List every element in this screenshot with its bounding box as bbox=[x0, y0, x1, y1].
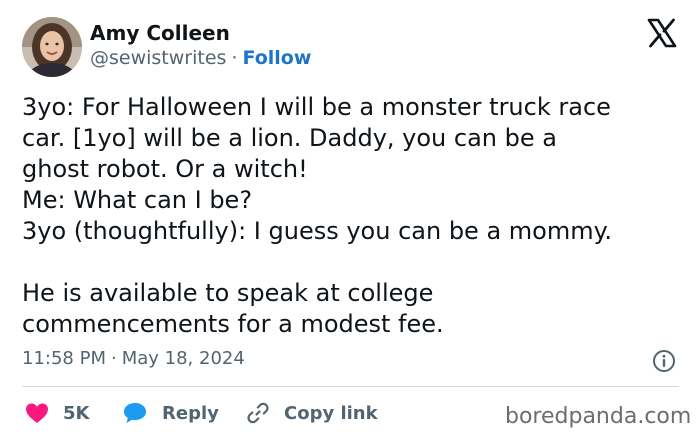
tweet-time: 11:58 PM bbox=[22, 348, 106, 369]
author-handle-row: @sewistwrites · Follow bbox=[90, 47, 311, 69]
tweet-line: He is available to speak at college bbox=[22, 279, 434, 307]
author-handle[interactable]: @sewistwrites bbox=[90, 47, 226, 69]
x-logo-icon[interactable] bbox=[646, 17, 678, 49]
copy-link-button[interactable]: Copy link bbox=[246, 398, 378, 428]
reply-label: Reply bbox=[162, 402, 219, 424]
heart-icon bbox=[26, 403, 48, 423]
author-name[interactable]: Amy Colleen bbox=[90, 21, 230, 45]
watermark: boredpanda.com bbox=[505, 404, 692, 429]
reply-button[interactable]: Reply bbox=[122, 398, 219, 428]
like-button[interactable]: 5K bbox=[25, 398, 89, 428]
tweet-line: ghost robot. Or a witch! bbox=[22, 155, 308, 183]
divider bbox=[22, 386, 679, 387]
separator: · bbox=[110, 348, 117, 369]
tweet-timestamp[interactable]: 11:58 PM · May 18, 2024 bbox=[22, 348, 245, 369]
tweet-line: Me: What can I be? bbox=[22, 186, 253, 214]
tweet-card: Amy Colleen @sewistwrites · Follow 3yo: Fo… bbox=[0, 0, 700, 440]
link-icon bbox=[247, 402, 269, 424]
follow-button[interactable]: Follow bbox=[242, 47, 311, 69]
tweet-line: commencements for a modest fee. bbox=[22, 310, 444, 338]
tweet-line: car. [1yo] will be a lion. Daddy, you ca… bbox=[22, 124, 557, 152]
avatar[interactable] bbox=[22, 17, 82, 77]
separator: · bbox=[231, 47, 238, 69]
tweet-line: 3yo: For Halloween I will be a monster t… bbox=[22, 93, 611, 121]
tweet-line: 3yo (thoughtfully): I guess you can be a… bbox=[22, 217, 613, 245]
like-count: 5K bbox=[63, 402, 90, 424]
tweet-date: May 18, 2024 bbox=[121, 348, 245, 369]
info-icon[interactable] bbox=[652, 349, 676, 373]
tweet-text: 3yo: For Halloween I will be a monster t… bbox=[22, 92, 687, 340]
speech-bubble-icon bbox=[124, 403, 146, 423]
copy-link-label: Copy link bbox=[284, 402, 378, 424]
